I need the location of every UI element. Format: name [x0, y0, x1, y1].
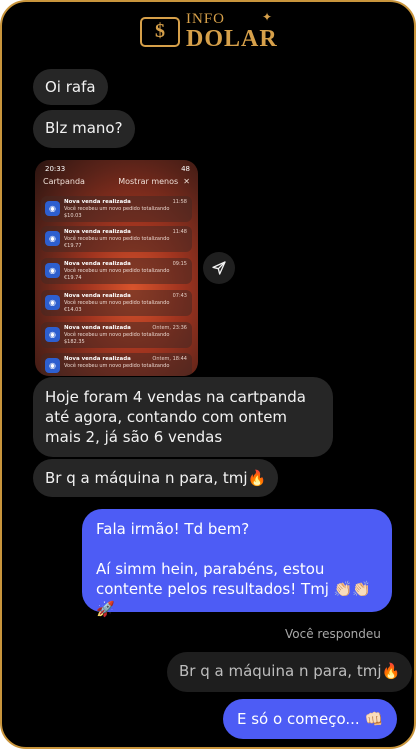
reply-indicator: Você respondeu: [285, 627, 381, 641]
share-button[interactable]: [203, 252, 235, 284]
screenshot-status-bar: 20:33 48: [45, 165, 190, 173]
shared-screenshot[interactable]: 20:33 48 Cartpanda Mostrar menos ✕ ◉ Nov…: [35, 160, 198, 376]
cartpanda-app-icon: ◉: [45, 295, 60, 310]
chat-frame: $ INFO DOLAR ✦ Oi rafa Blz mano? 20:33 4…: [0, 0, 416, 749]
brand-line2: DOLAR: [186, 26, 278, 52]
message-out-1-line1: Fala irmão! Td bem?: [96, 520, 250, 538]
screenshot-header: Cartpanda Mostrar menos ✕: [43, 177, 190, 186]
notification-card: ◉ Nova venda realizada 11:58 Você recebe…: [41, 196, 192, 222]
send-icon: [212, 261, 226, 275]
message-in-2[interactable]: Blz mano?: [33, 110, 135, 148]
screenshot-controls: Mostrar menos ✕: [118, 177, 190, 186]
cartpanda-app-icon: ◉: [45, 201, 60, 216]
notification-card: ◉ Nova venda realizada Ontem, 23:36 Você…: [41, 322, 192, 348]
message-in-3[interactable]: Hoje foram 4 vendas na cartpanda até ago…: [33, 377, 333, 457]
cartpanda-app-icon: ◉: [45, 358, 60, 373]
cartpanda-app-icon: ◉: [45, 327, 60, 342]
message-out-2[interactable]: E só o começo... 👊🏻: [223, 699, 398, 739]
message-in-4[interactable]: Br q a máquina n para, tmj🔥: [33, 459, 279, 497]
notification-card: ◉ Nova venda realizada 07:43 Você recebe…: [41, 290, 192, 316]
brand-logo: $ INFO DOLAR ✦: [140, 10, 278, 52]
screenshot-battery: 48: [181, 165, 190, 173]
message-in-1[interactable]: Oi rafa: [33, 69, 108, 105]
cartpanda-app-icon: ◉: [45, 231, 60, 246]
cartpanda-app-icon: ◉: [45, 263, 60, 278]
notification-card: ◉ Nova venda realizada 09:15 Você recebe…: [41, 258, 192, 284]
notification-card: ◉ Nova venda realizada 11:48 Você recebe…: [41, 226, 192, 252]
sparkle-icon: ✦: [262, 10, 273, 24]
message-out-1[interactable]: Fala irmão! Td bem? Aí simm hein, parabé…: [82, 509, 392, 618]
notification-card: ◉ Nova venda realizada Ontem, 18:44 Você…: [41, 353, 192, 376]
screenshot-time: 20:33: [45, 165, 66, 173]
message-out-1-line2: Aí simm hein, parabéns, estou contente p…: [96, 560, 372, 618]
quoted-message[interactable]: Br q a máquina n para, tmj🔥: [167, 652, 413, 692]
dollar-bill-icon: $: [140, 16, 180, 47]
screenshot-app-name: Cartpanda: [43, 177, 85, 186]
